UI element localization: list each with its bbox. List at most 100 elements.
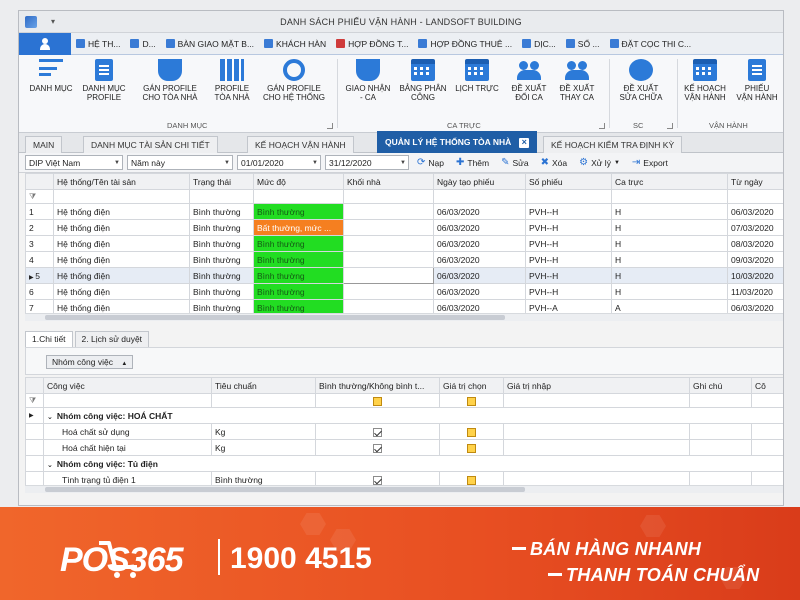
tab-danh-muc-tai-san[interactable]: DANH MỤC TÀI SẢN CHI TIẾT (83, 136, 218, 153)
table-cell[interactable]: Hệ thống điện (53, 235, 190, 252)
table-cell[interactable]: 06/03/2020 (433, 203, 526, 220)
table-cell[interactable]: H (611, 283, 728, 300)
ca-truc-launcher-icon[interactable] (599, 123, 605, 129)
table-cell[interactable] (689, 423, 752, 440)
table-cell[interactable]: 3 (25, 235, 54, 252)
table-cell[interactable]: 07/03/2020 (727, 219, 783, 236)
table-cell[interactable]: 09/03/2020 (727, 251, 783, 268)
table-cell[interactable]: Kg (211, 439, 316, 456)
choice-checkbox[interactable] (467, 475, 476, 485)
bang-phan-cong-button[interactable]: BẢNG PHÂN CÔNG (399, 59, 447, 102)
table-row[interactable]: 1 Hệ thống điện Bình thường Bình thường 06/0… (25, 203, 783, 220)
filter-row[interactable]: ⧩ (25, 189, 783, 204)
tab-ke-hoach-van-hanh[interactable]: KẾ HOẠCH VẬN HÀNH (247, 136, 354, 153)
choice-checkbox[interactable] (467, 443, 476, 453)
table-cell[interactable]: Bình thường (189, 283, 254, 300)
table-cell[interactable]: PVH--H (525, 235, 612, 252)
table-cell[interactable]: H (611, 219, 728, 236)
filter-checkbox[interactable] (467, 396, 476, 406)
table-cell[interactable]: Hoá chất hiện tại (43, 439, 212, 456)
user-menu-tab[interactable] (19, 32, 71, 55)
filter-checkbox[interactable] (373, 396, 382, 406)
column-header[interactable]: Trạng thái (189, 173, 254, 190)
table-cell[interactable]: Bình thường (189, 251, 254, 268)
tab-hop-dong-thue[interactable]: HỢP ĐỒNG THUÊ ... (413, 33, 517, 55)
table-cell[interactable]: 06/03/2020 (433, 235, 526, 252)
table-cell[interactable]: 11/03/2020 (727, 283, 783, 300)
table-cell[interactable] (315, 439, 440, 456)
danh-muc-button[interactable]: DANH MỤC (29, 59, 73, 93)
table-cell[interactable]: PVH--H (525, 267, 612, 284)
export-button[interactable]: ⇥ Export (628, 155, 672, 171)
table-cell[interactable]: Kg (211, 423, 316, 440)
table-cell[interactable]: Hệ thống điện (53, 267, 190, 284)
table-cell[interactable]: 10/03/2020 (727, 267, 783, 284)
column-header[interactable]: Mức độ (253, 173, 344, 190)
table-row[interactable]: 2 Hệ thống điện Bình thường Bất thường, mức… (25, 219, 783, 236)
table-cell[interactable]: Bình thường (189, 203, 254, 220)
table-cell[interactable]: Hệ thống điện (53, 219, 190, 236)
table-cell[interactable]: H (611, 203, 728, 220)
table-cell[interactable] (315, 423, 440, 440)
process-button[interactable]: ⚙ Xử lý ▼ (575, 155, 624, 171)
choice-checkbox[interactable] (467, 427, 476, 437)
table-cell[interactable]: H (611, 267, 728, 284)
table-cell[interactable]: 08/03/2020 (727, 235, 783, 252)
de-xuat-sua-chua-button[interactable]: ĐỀ XUẤT SỬA CHỮA (615, 59, 667, 102)
table-cell[interactable]: ⌄ Nhóm công việc: HOÁ CHẤT (43, 407, 783, 424)
danh-muc-profile-button[interactable]: DANH MỤC PROFILE (79, 59, 129, 102)
table-cell[interactable] (503, 439, 690, 456)
column-header[interactable]: Cô (751, 377, 783, 394)
table-cell[interactable] (439, 439, 504, 456)
table-cell[interactable] (689, 439, 752, 456)
close-icon[interactable]: × (519, 138, 530, 148)
profile-toa-nha-button[interactable]: PROFILE TÒA NHÀ (209, 59, 255, 102)
table-cell[interactable]: 4 (25, 251, 54, 268)
level-cell[interactable]: Bình thường (253, 283, 344, 300)
table-cell[interactable] (25, 439, 44, 456)
group-row[interactable]: ▶ ⌄ Nhóm công việc: HOÁ CHẤT (25, 407, 783, 424)
scrollbar-thumb[interactable] (45, 487, 525, 492)
table-cell[interactable]: ⌄ Nhóm công việc: Tủ điện (43, 455, 783, 472)
horizontal-scrollbar[interactable] (25, 485, 783, 493)
column-header[interactable]: Công việc (43, 377, 212, 394)
table-row[interactable]: 3 Hệ thống điện Bình thường Bình thường 06/0… (25, 235, 783, 252)
level-cell[interactable]: Bình thường (253, 267, 344, 284)
table-cell[interactable]: PVH--H (525, 283, 612, 300)
table-cell[interactable]: PVH--H (525, 219, 612, 236)
table-cell[interactable]: 6 (25, 283, 54, 300)
table-row[interactable]: 6 Hệ thống điện Bình thường Bình thường 06/0… (25, 283, 783, 300)
phieu-van-hanh-button[interactable]: PHIẾU VẬN HÀNH (733, 59, 781, 102)
table-cell[interactable] (503, 423, 690, 440)
danh-muc-launcher-icon[interactable] (327, 123, 333, 129)
de-xuat-thay-ca-button[interactable]: ĐỀ XUẤT THAY CA (555, 59, 599, 102)
table-cell[interactable]: 06/03/2020 (727, 203, 783, 220)
table-cell[interactable]: Hệ thống điện (53, 283, 190, 300)
table-cell[interactable] (343, 283, 434, 300)
level-cell[interactable]: Bình thường (253, 203, 344, 220)
column-header[interactable]: Khối nhà (343, 173, 434, 190)
block-cell-editing[interactable] (343, 267, 434, 284)
de-xuat-doi-ca-button[interactable]: ĐỀ XUẤT ĐỔI CA (507, 59, 551, 102)
table-cell[interactable] (25, 455, 44, 472)
column-header[interactable]: Giá trị nhập (503, 377, 690, 394)
column-header[interactable]: Số phiếu (525, 173, 612, 190)
scrollbar-thumb[interactable] (45, 315, 505, 320)
table-row-selected[interactable]: ▶ 5 Hệ thống điện Bình thường Bình thường 06… (25, 267, 783, 284)
column-header[interactable]: Ngày tạo phiếu (433, 173, 526, 190)
tab-ke-hoach-kiem-tra[interactable]: KẾ HOẠCH KIỂM TRA ĐỊNH KỲ (543, 136, 683, 153)
tab-so[interactable]: SỔ ... (561, 33, 605, 55)
delete-button[interactable]: ✖ Xóa (537, 155, 572, 171)
column-header[interactable]: Bình thường/Không bình t... (315, 377, 440, 394)
table-cell[interactable]: H (611, 251, 728, 268)
tab-ban-giao[interactable]: BÀN GIAO MẶT B... (161, 33, 259, 55)
period-select[interactable]: Năm này ▼ (127, 155, 233, 170)
normal-checkbox[interactable] (373, 427, 382, 437)
building-select[interactable]: DIP Việt Nam ▼ (25, 155, 123, 170)
table-cell[interactable] (25, 423, 44, 440)
tab-dat-coc[interactable]: ĐẶT CỌC THI C... (605, 33, 697, 55)
level-cell[interactable]: Bất thường, mức ... (253, 219, 344, 236)
column-header[interactable]: Từ ngày (727, 173, 783, 190)
level-cell[interactable]: Bình thường (253, 235, 344, 252)
table-cell[interactable]: Bình thường (189, 235, 254, 252)
